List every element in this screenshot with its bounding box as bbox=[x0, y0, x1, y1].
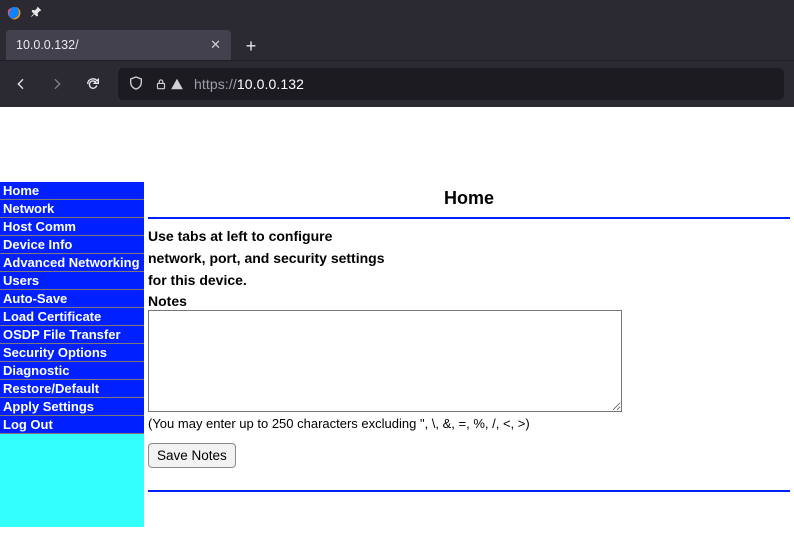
sidebar-item-osdp-file-transfer[interactable]: OSDP File Transfer bbox=[0, 326, 144, 344]
sidebar-item-label: Restore/Default bbox=[3, 381, 99, 396]
sidebar: Home Network Host Comm Device Info Advan… bbox=[0, 182, 144, 527]
sidebar-item-label: Log Out bbox=[3, 417, 53, 432]
close-tab-icon[interactable]: ✕ bbox=[210, 37, 221, 53]
sidebar-item-network[interactable]: Network bbox=[0, 200, 144, 218]
notes-textarea[interactable] bbox=[148, 310, 622, 412]
new-tab-button[interactable]: + bbox=[237, 32, 265, 60]
notes-label: Notes bbox=[148, 293, 790, 309]
url-text: https://10.0.0.132 bbox=[194, 76, 304, 92]
sidebar-item-label: Load Certificate bbox=[3, 309, 101, 324]
pin-icon bbox=[30, 5, 43, 21]
sidebar-item-users[interactable]: Users bbox=[0, 272, 144, 290]
divider-top bbox=[148, 217, 790, 219]
tab-strip: 10.0.0.132/ ✕ + bbox=[0, 26, 794, 60]
sidebar-item-label: Diagnostic bbox=[3, 363, 69, 378]
sidebar-item-label: Auto-Save bbox=[3, 291, 67, 306]
sidebar-item-advanced-networking[interactable]: Advanced Networking bbox=[0, 254, 144, 272]
divider-bottom bbox=[148, 490, 790, 492]
sidebar-item-diagnostic[interactable]: Diagnostic bbox=[0, 362, 144, 380]
main-content: Home Use tabs at left to configure netwo… bbox=[144, 182, 794, 527]
sidebar-item-label: Network bbox=[3, 201, 54, 216]
sidebar-item-load-certificate[interactable]: Load Certificate bbox=[0, 308, 144, 326]
sidebar-item-home[interactable]: Home bbox=[0, 182, 144, 200]
forward-button[interactable] bbox=[46, 73, 68, 95]
save-notes-button[interactable]: Save Notes bbox=[148, 443, 236, 468]
sidebar-item-apply-settings[interactable]: Apply Settings bbox=[0, 398, 144, 416]
intro-line: network, port, and security settings bbox=[148, 247, 790, 269]
sidebar-item-security-options[interactable]: Security Options bbox=[0, 344, 144, 362]
sidebar-item-restore-default[interactable]: Restore/Default bbox=[0, 380, 144, 398]
notes-hint: (You may enter up to 250 characters excl… bbox=[148, 416, 790, 431]
intro-line: Use tabs at left to configure bbox=[148, 225, 790, 247]
browser-tab[interactable]: 10.0.0.132/ ✕ bbox=[6, 30, 231, 60]
sidebar-item-label: Host Comm bbox=[3, 219, 76, 234]
page-body: Home Network Host Comm Device Info Advan… bbox=[0, 182, 794, 527]
window-titlebar bbox=[0, 0, 794, 26]
sidebar-item-device-info[interactable]: Device Info bbox=[0, 236, 144, 254]
page-title: Home bbox=[148, 188, 790, 209]
sidebar-item-auto-save[interactable]: Auto-Save bbox=[0, 290, 144, 308]
sidebar-item-label: Users bbox=[3, 273, 39, 288]
page-viewport: Home Network Host Comm Device Info Advan… bbox=[0, 107, 794, 536]
sidebar-item-host-comm[interactable]: Host Comm bbox=[0, 218, 144, 236]
sidebar-item-label: Home bbox=[3, 183, 39, 198]
shield-icon bbox=[128, 75, 144, 94]
firefox-logo-icon bbox=[6, 5, 22, 21]
address-bar[interactable]: https://10.0.0.132 bbox=[118, 68, 784, 100]
tab-title: 10.0.0.132/ bbox=[16, 38, 79, 52]
browser-chrome: 10.0.0.132/ ✕ + https://10.0.0.132 bbox=[0, 0, 794, 107]
sidebar-item-label: Apply Settings bbox=[3, 399, 94, 414]
sidebar-item-label: OSDP File Transfer bbox=[3, 327, 121, 342]
intro-line: for this device. bbox=[148, 269, 790, 291]
back-button[interactable] bbox=[10, 73, 32, 95]
sidebar-item-log-out[interactable]: Log Out bbox=[0, 416, 144, 434]
lock-warning-icon bbox=[154, 77, 184, 91]
intro-text: Use tabs at left to configure network, p… bbox=[148, 225, 790, 291]
sidebar-item-label: Security Options bbox=[3, 345, 107, 360]
sidebar-item-label: Advanced Networking bbox=[3, 255, 140, 270]
reload-button[interactable] bbox=[82, 73, 104, 95]
browser-toolbar: https://10.0.0.132 bbox=[0, 60, 794, 107]
sidebar-item-label: Device Info bbox=[3, 237, 72, 252]
